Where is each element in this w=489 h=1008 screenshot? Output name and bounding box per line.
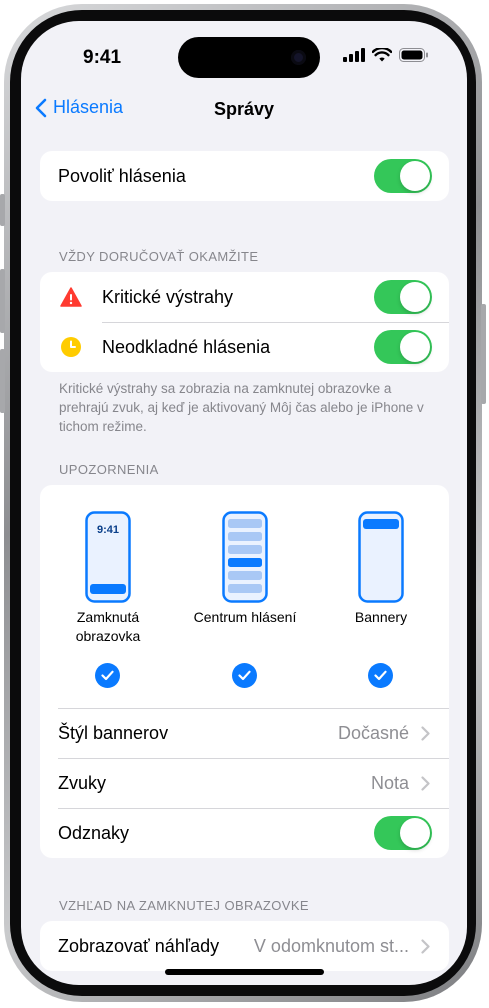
sounds-row[interactable]: Zvuky Nota: [40, 758, 449, 808]
critical-alerts-row: Kritické výstrahy: [40, 272, 449, 322]
home-indicator[interactable]: [165, 969, 324, 975]
banners-label: Bannery: [354, 609, 408, 625]
lock-screen-card: Zobrazovať náhľady V odomknutom st...: [40, 921, 449, 971]
banner-style-value: Dočasné: [337, 722, 409, 743]
cellular-signal-icon: [343, 48, 365, 62]
immediate-section-header: VŽDY DORUČOVAŤ OKAMŽITE: [59, 249, 259, 264]
immediate-card: Kritické výstrahy Neodkladné hlásenia: [40, 272, 449, 372]
notification-center-preview-icon: [222, 511, 268, 603]
alerts-section-header: UPOZORNENIA: [59, 462, 159, 477]
time-sensitive-row: Neodkladné hlásenia: [40, 322, 449, 372]
lock-screen-label-line1: Zamknutá: [76, 609, 140, 625]
alerts-card: 9:41 Zamknutá obrazovka Centrum hlásení: [40, 485, 449, 858]
volume-up-button: [0, 269, 5, 333]
badges-label: Odznaky: [58, 822, 130, 843]
chevron-right-icon: [421, 725, 430, 741]
checkmark-icon: [374, 670, 387, 681]
dynamic-island: [178, 37, 320, 78]
notification-center-checkmark: [232, 663, 257, 688]
time-sensitive-toggle[interactable]: [374, 330, 432, 364]
critical-alerts-label: Kritické výstrahy: [102, 286, 234, 307]
lock-screen-preview-time: 9:41: [96, 524, 120, 536]
status-time: 9:41: [83, 47, 122, 68]
screen: 9:41 Hlásenia Správy Povoliť hlásenia VŽ…: [21, 21, 467, 985]
banners-checkmark: [368, 663, 393, 688]
clock-icon: [61, 337, 81, 357]
sounds-value: Nota: [370, 772, 409, 793]
allow-notifications-label: Povoliť hlásenia: [58, 165, 186, 186]
lock-screen-label: Zamknutá obrazovka: [60, 608, 156, 646]
page-title: Správy: [213, 99, 275, 119]
toggle-knob: [400, 332, 430, 362]
warning-triangle-icon: [60, 287, 82, 307]
alert-option-banners[interactable]: Bannery: [340, 485, 422, 700]
lock-screen-section-header: VZHĽAD NA ZAMKNUTEJ OBRAZOVKE: [59, 898, 309, 913]
lock-screen-checkmark: [95, 663, 120, 688]
alert-option-lock-screen[interactable]: 9:41 Zamknutá obrazovka: [60, 485, 156, 700]
toggle-knob: [400, 161, 430, 191]
checkmark-icon: [238, 670, 251, 681]
critical-alerts-toggle[interactable]: [374, 280, 432, 314]
action-button: [0, 194, 5, 226]
show-previews-label: Zobrazovať náhľady: [58, 935, 220, 956]
immediate-footnote: Kritické výstrahy sa zobrazia na zamknut…: [59, 381, 424, 434]
battery-icon: [399, 48, 428, 62]
time-sensitive-label: Neodkladné hlásenia: [102, 336, 271, 357]
badges-toggle[interactable]: [374, 816, 432, 850]
side-button: [481, 304, 486, 404]
alert-option-notification-center[interactable]: Centrum hlásení: [184, 485, 306, 700]
show-previews-value: V odomknutom st...: [253, 935, 409, 956]
banners-preview-icon: [358, 511, 404, 603]
allow-notifications-card: Povoliť hlásenia: [40, 151, 449, 201]
banner-style-label: Štýl bannerov: [58, 722, 169, 743]
checkmark-icon: [101, 670, 114, 681]
notification-center-label: Centrum hlásení: [193, 609, 297, 625]
lock-screen-label-line2: obrazovka: [75, 628, 141, 644]
chevron-right-icon: [421, 938, 430, 954]
show-previews-row[interactable]: Zobrazovať náhľady V odomknutom st...: [40, 921, 449, 971]
chevron-right-icon: [421, 775, 430, 791]
allow-notifications-row: Povoliť hlásenia: [40, 151, 449, 201]
volume-down-button: [0, 349, 5, 413]
status-icons: [343, 48, 429, 62]
badges-row: Odznaky: [40, 808, 449, 858]
toggle-knob: [400, 282, 430, 312]
wifi-icon: [372, 48, 392, 62]
toggle-knob: [400, 818, 430, 848]
front-camera: [291, 50, 306, 65]
sounds-label: Zvuky: [58, 772, 107, 793]
allow-notifications-toggle[interactable]: [374, 159, 432, 193]
banner-style-row[interactable]: Štýl bannerov Dočasné: [40, 708, 449, 758]
